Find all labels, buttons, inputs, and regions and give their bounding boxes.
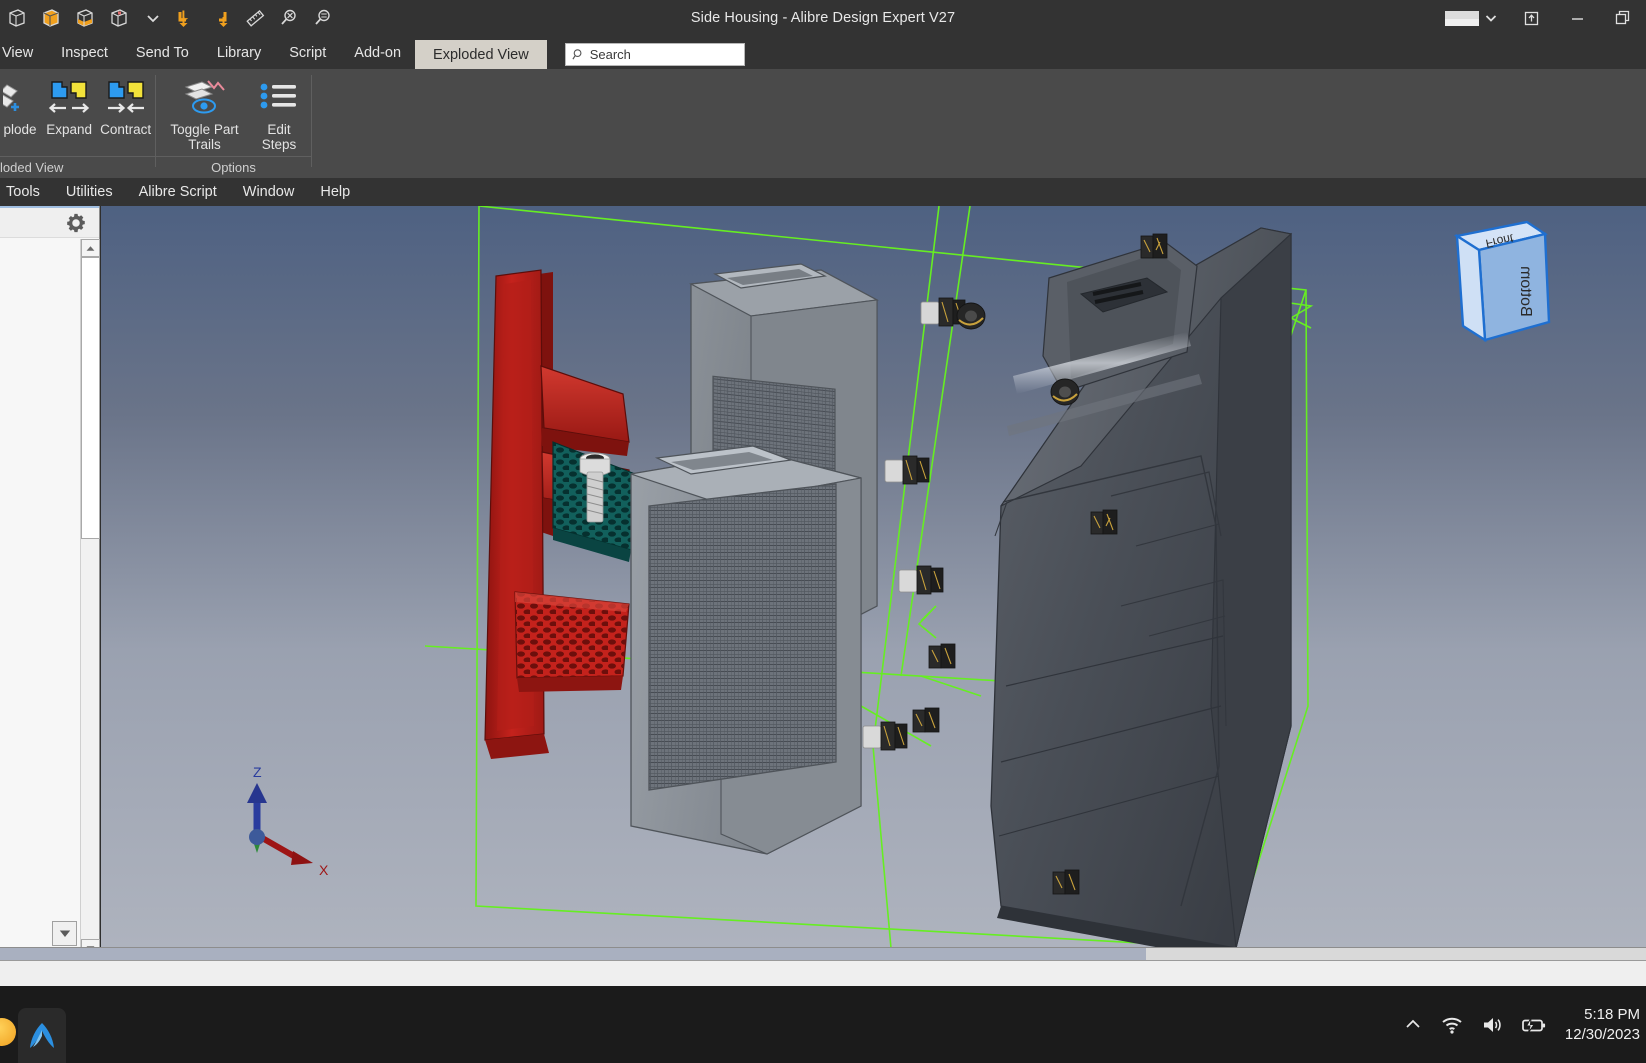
zoom-window-icon[interactable] <box>306 1 340 35</box>
clock-date: 12/30/2023 <box>1565 1025 1640 1045</box>
ribbon-button-toggle-part-trails[interactable]: Toggle Part Trails <box>162 69 247 152</box>
account-chip[interactable] <box>1445 11 1498 26</box>
ribbon-tab-bar: View Inspect Send To Library Script Add-… <box>0 36 1646 69</box>
title-bar: Side Housing - Alibre Design Expert V27 <box>0 0 1646 36</box>
partial-app-icon[interactable] <box>0 1018 16 1046</box>
volume-icon[interactable] <box>1481 1015 1503 1035</box>
ribbon-group-caption-exploded-view: loded View <box>0 156 155 178</box>
print-icon[interactable] <box>102 1 136 35</box>
taskbar-clock[interactable]: 5:18 PM 12/30/2023 <box>1565 1005 1640 1045</box>
system-tray: 5:18 PM 12/30/2023 <box>1403 986 1646 1063</box>
tab-add-on[interactable]: Add-on <box>340 36 415 69</box>
ribbon-label-contract: Contract <box>100 122 151 137</box>
grey-filter-cartridge-front-part[interactable] <box>631 446 861 854</box>
ribbon-label-explode: plode <box>3 122 36 137</box>
ribbon-label-toggle-part-trails: Toggle Part Trails <box>169 122 240 152</box>
taskbar: 5:18 PM 12/30/2023 <box>0 986 1646 1063</box>
account-badge <box>1445 11 1479 26</box>
design-explorer-panel <box>0 206 100 957</box>
undo-icon[interactable] <box>170 1 204 35</box>
menu-item-utilities[interactable]: Utilities <box>53 184 126 200</box>
scroll-up-icon[interactable] <box>81 239 100 257</box>
chevron-down-icon[interactable] <box>1484 11 1498 25</box>
scrollbar-thumb[interactable] <box>81 257 100 539</box>
measure-icon[interactable] <box>238 1 272 35</box>
tab-inspect[interactable]: Inspect <box>47 36 122 69</box>
menu-item-help[interactable]: Help <box>307 184 363 200</box>
menu-bar: Tools Utilities Alibre Script Window Hel… <box>0 178 1646 206</box>
chevron-down-icon[interactable] <box>136 1 170 35</box>
tab-view[interactable]: View <box>0 36 47 69</box>
view-cube-front-label: Bottom <box>1517 266 1534 317</box>
red-perforated-plate-part[interactable] <box>515 592 629 692</box>
viewport-bottom-strip <box>0 947 1646 960</box>
alibre-logo-icon[interactable] <box>18 1008 66 1063</box>
edit-steps-icon <box>258 75 300 121</box>
ribbon-button-contract[interactable]: Contract <box>96 69 155 137</box>
new-part-icon[interactable] <box>0 1 34 35</box>
search-placeholder: Search <box>590 47 631 62</box>
window-controls <box>1445 0 1646 36</box>
open-part-icon[interactable] <box>34 1 68 35</box>
3d-model-scene: Z X Front Bottom <box>101 206 1646 947</box>
triad-label-z: Z <box>253 764 262 780</box>
status-bar <box>0 960 1646 986</box>
ribbon-label-expand: Expand <box>46 122 92 137</box>
triad-label-x: X <box>319 862 329 878</box>
panel-collapse-down-button[interactable] <box>52 921 77 946</box>
contract-icon <box>103 75 149 121</box>
application-window: Side Housing - Alibre Design Expert V27 <box>0 0 1646 1063</box>
dark-housing-cover-part[interactable] <box>991 228 1291 947</box>
ribbon-button-expand[interactable]: Expand <box>42 69 96 137</box>
redo-icon[interactable] <box>204 1 238 35</box>
restore-window-button[interactable] <box>1508 0 1554 36</box>
ribbon-group-exploded-view: plode Expand <box>0 69 155 178</box>
maximize-window-button[interactable] <box>1600 0 1646 36</box>
tab-library[interactable]: Library <box>203 36 275 69</box>
minimize-window-button[interactable] <box>1554 0 1600 36</box>
part-trails-icon <box>178 75 232 121</box>
tab-script[interactable]: Script <box>275 36 340 69</box>
coordinate-axis-triad: Z X <box>247 764 329 878</box>
ribbon: plode Expand <box>0 69 1646 178</box>
panel-scrollbar[interactable] <box>80 239 99 957</box>
ribbon-group-options: Toggle Part Trails <box>156 69 311 178</box>
ribbon-label-edit-steps: Edit Steps <box>254 122 304 152</box>
show-hidden-icons-icon[interactable] <box>1403 1015 1423 1035</box>
ribbon-button-edit-steps[interactable]: Edit Steps <box>247 69 311 152</box>
gear-icon[interactable] <box>65 212 87 234</box>
save-icon[interactable] <box>68 1 102 35</box>
panel-header <box>0 208 99 238</box>
view-cube[interactable]: Front Bottom <box>1457 222 1549 340</box>
ribbon-group-caption-options: Options <box>156 156 311 178</box>
3d-viewport[interactable]: Z X Front Bottom <box>101 206 1646 947</box>
menu-item-alibre-script[interactable]: Alibre Script <box>126 184 230 200</box>
menu-item-window[interactable]: Window <box>230 184 308 200</box>
search-input[interactable]: Search <box>565 43 745 66</box>
ribbon-button-explode[interactable]: plode <box>0 69 42 137</box>
zoom-out-icon[interactable] <box>272 1 306 35</box>
tab-send-to[interactable]: Send To <box>122 36 203 69</box>
clock-time: 5:18 PM <box>1584 1005 1640 1025</box>
explode-icon <box>3 75 37 121</box>
wifi-icon[interactable] <box>1441 1015 1463 1035</box>
ribbon-group-separator-end <box>311 75 312 167</box>
search-icon <box>572 48 585 61</box>
menu-item-tools[interactable]: Tools <box>0 184 53 200</box>
expand-icon <box>46 75 92 121</box>
quick-access-toolbar <box>0 0 340 36</box>
tab-exploded-view[interactable]: Exploded View <box>415 40 547 69</box>
battery-charging-icon[interactable] <box>1521 1015 1547 1035</box>
